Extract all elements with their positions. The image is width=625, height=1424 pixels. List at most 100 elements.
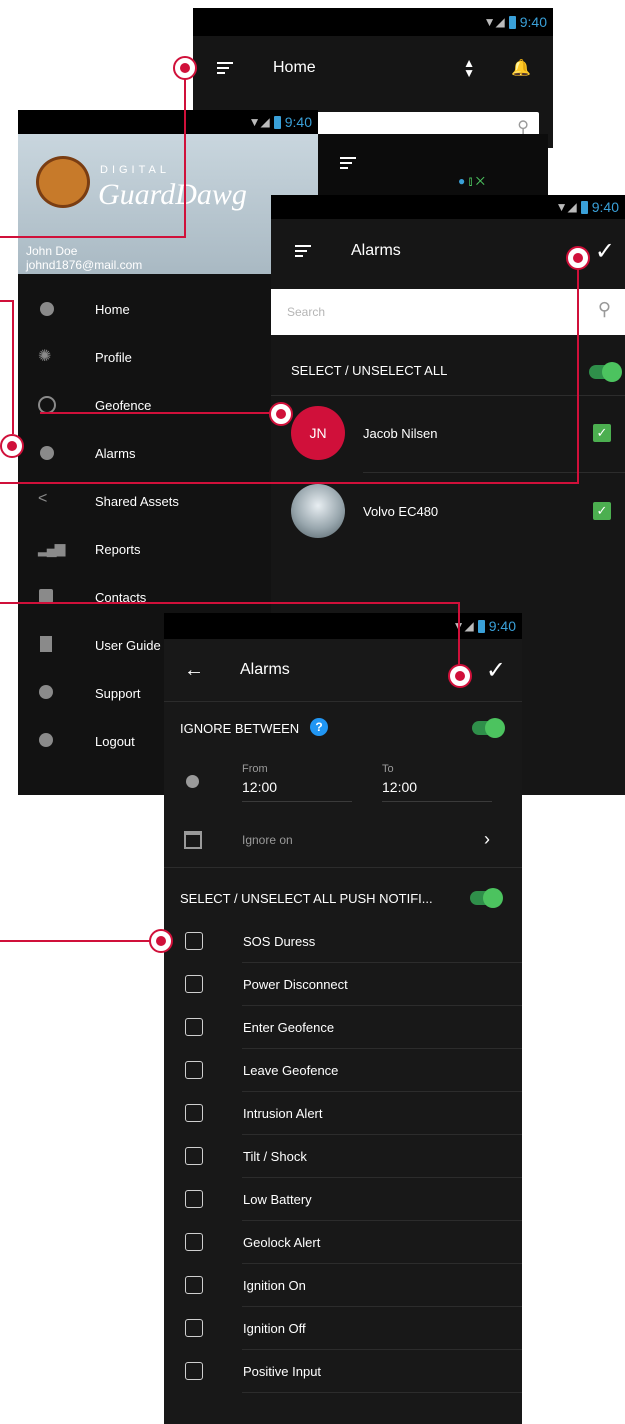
ignore-between-toggle[interactable] xyxy=(472,718,505,738)
notification-label: Intrusion Alert xyxy=(243,1106,323,1121)
page-title: Alarms xyxy=(240,661,290,678)
status-bar: ▼◢ 9:40 xyxy=(18,110,318,134)
callout-marker xyxy=(0,434,24,458)
chevron-right-icon: › xyxy=(484,829,490,849)
select-all-toggle[interactable] xyxy=(589,362,622,382)
divider xyxy=(164,701,522,702)
status-bar: ▼◢ 9:40 xyxy=(164,613,522,639)
document-icon xyxy=(40,636,52,652)
select-all-push-row[interactable]: SELECT / UNSELECT ALL PUSH NOTIFI... xyxy=(164,881,522,917)
notification-item-power-disconnect[interactable]: Power Disconnect xyxy=(164,963,522,1006)
brand-top-text: DIGITAL xyxy=(100,164,170,176)
menu-icon[interactable] xyxy=(217,59,233,77)
battery-icon xyxy=(580,200,588,214)
notification-checkbox[interactable] xyxy=(185,1233,203,1251)
notification-label: Positive Input xyxy=(243,1364,322,1379)
from-underline xyxy=(242,801,352,802)
callout-line xyxy=(577,258,579,484)
callout-marker xyxy=(173,56,197,80)
menu-icon[interactable] xyxy=(295,242,311,260)
menu-item-label: Shared Assets xyxy=(95,494,179,509)
notification-item-geolock-alert[interactable]: Geolock Alert xyxy=(164,1221,522,1264)
notification-checkbox[interactable] xyxy=(185,1018,203,1036)
callout-line xyxy=(0,236,186,238)
confirm-check-icon[interactable]: ✓ xyxy=(486,656,506,685)
item-checkbox[interactable]: ✓ xyxy=(593,424,611,442)
menu-item-label: Reports xyxy=(95,542,141,557)
notification-label: Ignition On xyxy=(243,1278,306,1293)
menu-item-label: User Guide xyxy=(95,638,161,653)
callout-line xyxy=(184,68,186,238)
notification-checkbox[interactable] xyxy=(185,1104,203,1122)
back-arrow-icon[interactable]: ← xyxy=(184,659,204,682)
notification-label: Low Battery xyxy=(243,1192,312,1207)
notification-item-tilt-shock[interactable]: Tilt / Shock xyxy=(164,1135,522,1178)
battery-icon xyxy=(477,619,485,633)
to-value[interactable]: 12:00 xyxy=(382,779,417,795)
notification-checkbox[interactable] xyxy=(185,975,203,993)
list-item[interactable]: JN Jacob Nilsen ✓ xyxy=(271,400,625,470)
status-dots-icon: ● ⫾ ✕ xyxy=(458,174,485,188)
menu-item-label: Profile xyxy=(95,350,132,365)
notification-item-enter-geofence[interactable]: Enter Geofence xyxy=(164,1006,522,1049)
notification-checkbox[interactable] xyxy=(185,932,203,950)
share-icon: < xyxy=(38,490,48,507)
from-value[interactable]: 12:00 xyxy=(242,779,277,795)
info-icon xyxy=(39,685,53,699)
ignore-between-row[interactable]: IGNORE BETWEEN ? xyxy=(164,709,522,745)
brand-main-text: GuardDawg xyxy=(98,178,247,211)
callout-line xyxy=(0,482,579,484)
page-title: Home xyxy=(273,59,316,76)
wifi-signal-icon: ▼◢ xyxy=(248,115,270,129)
notification-item-intrusion-alert[interactable]: Intrusion Alert xyxy=(164,1092,522,1135)
callout-line xyxy=(0,940,160,942)
notification-checkbox[interactable] xyxy=(185,1319,203,1337)
callout-line xyxy=(458,602,460,666)
divider xyxy=(363,472,625,473)
avatar: JN xyxy=(291,406,345,460)
notification-item-low-battery[interactable]: Low Battery xyxy=(164,1178,522,1221)
ignore-on-row[interactable]: Ignore on › xyxy=(164,819,522,861)
status-time: 9:40 xyxy=(488,618,516,634)
notification-checkbox[interactable] xyxy=(185,1190,203,1208)
notification-item-ignition-off[interactable]: Ignition Off xyxy=(164,1307,522,1350)
alarms-search-input[interactable]: Search ⚲ xyxy=(271,289,625,335)
notification-item-sos-duress[interactable]: SOS Duress xyxy=(164,920,522,963)
list-item[interactable]: Volvo EC480 ✓ xyxy=(271,480,625,550)
gear-icon: ✺ xyxy=(38,348,52,365)
search-placeholder: Search xyxy=(287,305,326,319)
bell-icon[interactable]: 🔔 xyxy=(511,58,531,78)
notification-checkbox[interactable] xyxy=(185,1276,203,1294)
battery-icon xyxy=(273,115,281,129)
select-all-push-label: SELECT / UNSELECT ALL PUSH NOTIFI... xyxy=(180,891,433,906)
select-all-row[interactable]: SELECT / UNSELECT ALL xyxy=(271,347,625,391)
item-checkbox[interactable]: ✓ xyxy=(593,502,611,520)
notification-item-positive-input[interactable]: Positive Input xyxy=(164,1350,522,1393)
from-label: From xyxy=(242,763,268,775)
notification-checkbox[interactable] xyxy=(185,1061,203,1079)
wifi-signal-icon: ▼◢ xyxy=(452,619,474,633)
notification-label: Ignition Off xyxy=(243,1321,306,1336)
notification-item-ignition-on[interactable]: Ignition On xyxy=(164,1264,522,1307)
status-bar: ▼◢ 9:40 xyxy=(193,8,553,36)
notification-checkbox[interactable] xyxy=(185,1362,203,1380)
help-icon[interactable]: ? xyxy=(310,718,328,736)
callout-marker xyxy=(269,402,293,426)
clock-icon xyxy=(186,775,199,788)
status-time: 9:40 xyxy=(519,14,547,30)
contact-icon xyxy=(39,589,53,603)
bar-chart-icon: ▂▄▆ xyxy=(38,540,65,556)
sort-icon[interactable]: ▲ ▼ xyxy=(463,57,475,79)
wifi-signal-icon: ▼◢ xyxy=(483,15,505,29)
divider xyxy=(242,1392,522,1393)
callout-line xyxy=(40,412,280,414)
divider xyxy=(271,395,625,396)
notification-item-leave-geofence[interactable]: Leave Geofence xyxy=(164,1049,522,1092)
list-item-name: Jacob Nilsen xyxy=(363,426,438,441)
user-name: John Doe xyxy=(26,244,78,258)
notification-checkbox[interactable] xyxy=(185,1147,203,1165)
confirm-check-icon[interactable]: ✓ xyxy=(595,237,615,266)
status-bar: ▼◢ 9:40 xyxy=(271,195,625,219)
user-email: johnd1876@mail.com xyxy=(26,258,143,272)
select-all-push-toggle[interactable] xyxy=(470,888,503,908)
